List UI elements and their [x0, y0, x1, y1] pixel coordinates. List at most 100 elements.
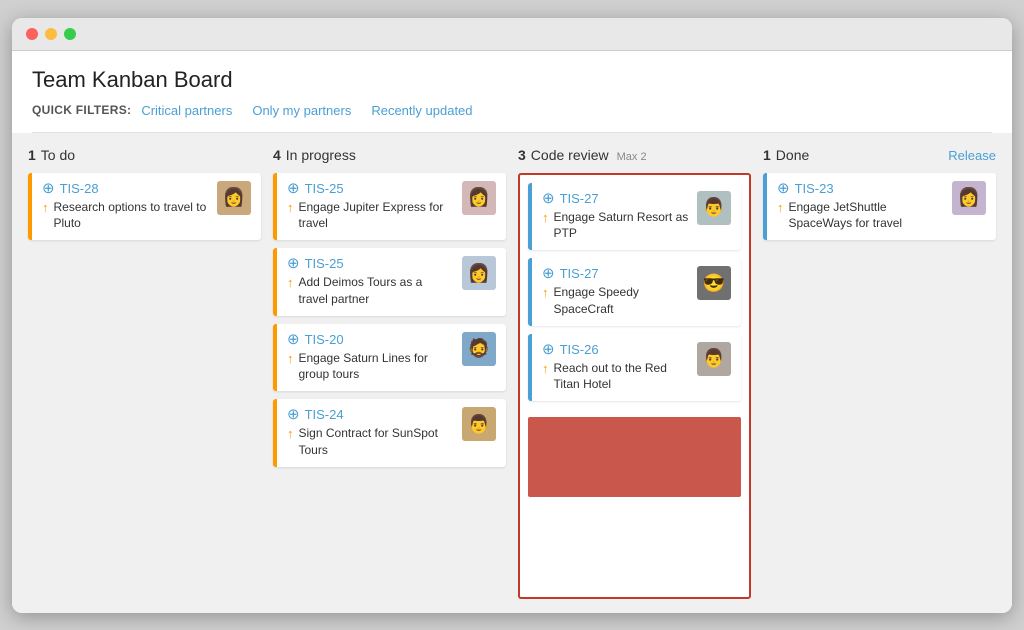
- plus-icon: ⊕: [542, 342, 555, 357]
- plus-icon: ⊕: [287, 407, 300, 422]
- card-priority: ↑ Engage Speedy SpaceCraft: [542, 284, 689, 318]
- codereview-count: 3: [518, 147, 526, 163]
- quick-filters-label: QUICK FILTERS:: [32, 103, 131, 117]
- codereview-name: Code review: [531, 147, 609, 163]
- avatar: 👩: [462, 181, 496, 215]
- card-id: TIS-25: [305, 256, 344, 271]
- avatar: 😎: [697, 266, 731, 300]
- titlebar: [12, 18, 1012, 51]
- codereview-inner: ⊕ TIS-27 ↑ Engage Saturn Resort as PTP 👨: [518, 173, 751, 599]
- todo-count: 1: [28, 147, 36, 163]
- inprogress-name: In progress: [286, 147, 356, 163]
- card-priority: ↑ Add Deimos Tours as a travel partner: [287, 274, 454, 308]
- overflow-indicator: [528, 417, 741, 497]
- card-tis-27a[interactable]: ⊕ TIS-27 ↑ Engage Saturn Resort as PTP 👨: [528, 183, 741, 251]
- card-id: TIS-27: [560, 191, 599, 206]
- plus-icon: ⊕: [542, 266, 555, 281]
- todo-name: To do: [41, 147, 75, 163]
- main-content: Team Kanban Board QUICK FILTERS: Critica…: [12, 51, 1012, 133]
- column-inprogress-header: 4 In progress: [273, 147, 506, 163]
- column-codereview-header: 3 Code review Max 2: [518, 147, 751, 163]
- priority-icon: ↑: [287, 200, 294, 215]
- priority-icon: ↑: [542, 210, 549, 225]
- column-todo: 1 To do ⊕ TIS-28 ↑ Research options to t…: [28, 147, 261, 599]
- quick-filters-bar: QUICK FILTERS: Critical partners Only my…: [32, 103, 992, 133]
- avatar: 👨: [462, 407, 496, 441]
- card-priority: ↑ Engage Saturn Resort as PTP: [542, 209, 689, 243]
- priority-icon: ↑: [542, 285, 549, 300]
- filter-only-my-partners[interactable]: Only my partners: [252, 103, 351, 118]
- card-title: Sign Contract for SunSpot Tours: [299, 425, 455, 459]
- avatar: 👨: [697, 191, 731, 225]
- card-priority: ↑ Engage Jupiter Express for travel: [287, 199, 454, 233]
- todo-cards: ⊕ TIS-28 ↑ Research options to travel to…: [28, 173, 261, 599]
- column-codereview: 3 Code review Max 2 ⊕ TIS-27 ↑: [518, 147, 751, 599]
- card-title: Engage Saturn Lines for group tours: [299, 350, 455, 384]
- priority-icon: ↑: [287, 426, 294, 441]
- card-title: Engage Jupiter Express for travel: [299, 199, 455, 233]
- avatar: 👩: [952, 181, 986, 215]
- card-tis-28[interactable]: ⊕ TIS-28 ↑ Research options to travel to…: [28, 173, 261, 241]
- card-title: Engage Speedy SpaceCraft: [554, 284, 690, 318]
- card-tis-28-body: ⊕ TIS-28 ↑ Research options to travel to…: [42, 181, 209, 233]
- close-dot[interactable]: [26, 28, 38, 40]
- card-tis-25b[interactable]: ⊕ TIS-25 ↑ Add Deimos Tours as a travel …: [273, 248, 506, 316]
- card-tis-20[interactable]: ⊕ TIS-20 ↑ Engage Saturn Lines for group…: [273, 324, 506, 392]
- filter-critical-partners[interactable]: Critical partners: [141, 103, 232, 118]
- inprogress-cards: ⊕ TIS-25 ↑ Engage Jupiter Express for tr…: [273, 173, 506, 599]
- card-id: TIS-20: [305, 332, 344, 347]
- inprogress-count: 4: [273, 147, 281, 163]
- avatar: 👩: [462, 256, 496, 290]
- card-id: TIS-28: [60, 181, 99, 196]
- plus-icon: ⊕: [777, 181, 790, 196]
- plus-icon: ⊕: [287, 332, 300, 347]
- plus-icon: ⊕: [287, 256, 300, 271]
- priority-icon: ↑: [287, 275, 294, 290]
- card-tis-24[interactable]: ⊕ TIS-24 ↑ Sign Contract for SunSpot Tou…: [273, 399, 506, 467]
- codereview-cards: ⊕ TIS-27 ↑ Engage Saturn Resort as PTP 👨: [528, 183, 741, 589]
- avatar: 👩: [217, 181, 251, 215]
- priority-icon: ↑: [42, 200, 49, 215]
- card-priority: ↑ Engage JetShuttle SpaceWays for travel: [777, 199, 944, 233]
- card-priority: ↑ Sign Contract for SunSpot Tours: [287, 425, 454, 459]
- card-id: TIS-26: [560, 342, 599, 357]
- card-priority: ↑ Reach out to the Red Titan Hotel: [542, 360, 689, 394]
- filter-recently-updated[interactable]: Recently updated: [371, 103, 472, 118]
- card-priority: ↑ Engage Saturn Lines for group tours: [287, 350, 454, 384]
- card-title: Engage Saturn Resort as PTP: [554, 209, 690, 243]
- done-cards: ⊕ TIS-23 ↑ Engage JetShuttle SpaceWays f…: [763, 173, 996, 599]
- avatar: 👨: [697, 342, 731, 376]
- column-done: 1 Done Release ⊕ TIS-23 ↑ Engage JetShut…: [763, 147, 996, 599]
- card-tis-26[interactable]: ⊕ TIS-26 ↑ Reach out to the Red Titan Ho…: [528, 334, 741, 402]
- card-id: TIS-24: [305, 407, 344, 422]
- card-id: TIS-25: [305, 181, 344, 196]
- avatar: 🧔: [462, 332, 496, 366]
- column-inprogress: 4 In progress ⊕ TIS-25 ↑ Engage Jupiter …: [273, 147, 506, 599]
- done-name: Done: [776, 147, 809, 163]
- card-tis-23[interactable]: ⊕ TIS-23 ↑ Engage JetShuttle SpaceWays f…: [763, 173, 996, 241]
- column-done-header: 1 Done Release: [763, 147, 996, 163]
- card-title: Reach out to the Red Titan Hotel: [554, 360, 690, 394]
- board-title: Team Kanban Board: [32, 67, 992, 93]
- release-action[interactable]: Release: [948, 148, 996, 163]
- priority-icon: ↑: [542, 361, 549, 376]
- card-priority: ↑ Research options to travel to Pluto: [42, 199, 209, 233]
- card-id: TIS-23: [795, 181, 834, 196]
- card-title: Add Deimos Tours as a travel partner: [299, 274, 455, 308]
- kanban-window: Team Kanban Board QUICK FILTERS: Critica…: [12, 18, 1012, 613]
- card-tis-27b[interactable]: ⊕ TIS-27 ↑ Engage Speedy SpaceCraft 😎: [528, 258, 741, 326]
- maximize-dot[interactable]: [64, 28, 76, 40]
- board-area: 1 To do ⊕ TIS-28 ↑ Research options to t…: [12, 133, 1012, 613]
- plus-icon: ⊕: [542, 191, 555, 206]
- plus-icon: ⊕: [287, 181, 300, 196]
- minimize-dot[interactable]: [45, 28, 57, 40]
- priority-icon: ↑: [287, 351, 294, 366]
- card-id: TIS-27: [560, 266, 599, 281]
- card-tis-25a[interactable]: ⊕ TIS-25 ↑ Engage Jupiter Express for tr…: [273, 173, 506, 241]
- card-title: Research options to travel to Pluto: [54, 199, 210, 233]
- card-id-row: ⊕ TIS-28: [42, 181, 209, 196]
- codereview-max: Max 2: [617, 151, 647, 163]
- priority-icon: ↑: [777, 200, 784, 215]
- done-count: 1: [763, 147, 771, 163]
- card-title: Engage JetShuttle SpaceWays for travel: [789, 199, 945, 233]
